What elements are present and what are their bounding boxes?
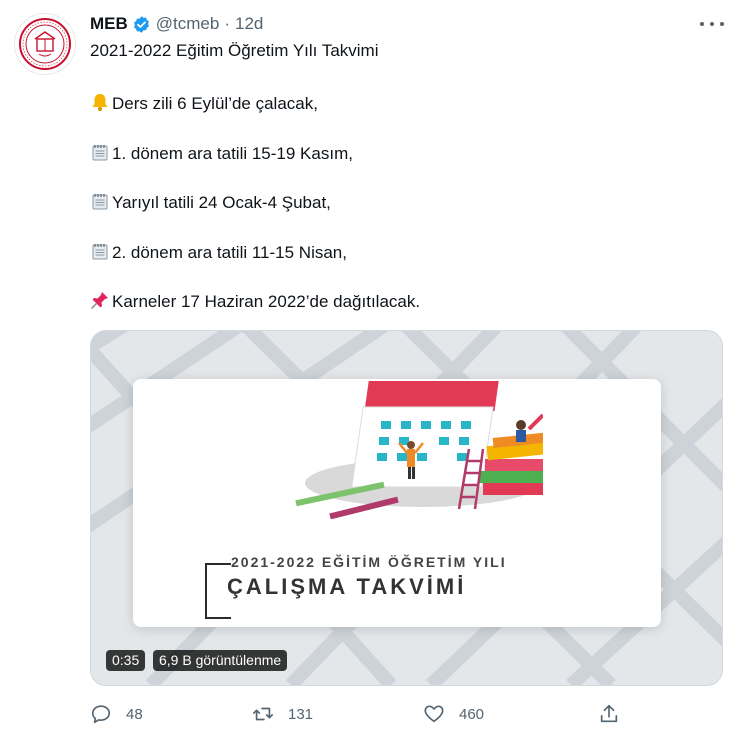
video-card-subtitle: 2021-2022 EĞİTİM ÖĞRETİM YILI [231, 554, 507, 570]
avatar[interactable] [14, 13, 76, 75]
tweet-line: Ders zili 6 Eylül’de çalacak, [90, 92, 318, 115]
card-decoration [205, 563, 231, 565]
video-views: 6,9 B görüntülenme [153, 650, 288, 671]
video-player[interactable]: 2021-2022 EĞİTİM ÖĞRETİM YILI ÇALIŞMA TA… [90, 330, 723, 686]
video-duration: 0:35 [106, 650, 146, 671]
verified-badge-icon [133, 15, 149, 33]
tweet-actions: 48 131 460 [90, 700, 730, 728]
tweet-line-text: Karneler 17 Haziran 2022’de dağıtılacak. [112, 292, 421, 311]
notepad-icon [92, 194, 108, 210]
pushpin-icon [91, 292, 108, 309]
share-icon [600, 704, 618, 723]
tweet-line: 2. dönem ara tatili 11-15 Nisan, [90, 241, 347, 264]
tweet-line: Karneler 17 Haziran 2022’de dağıtılacak. [90, 290, 420, 313]
tweet-time[interactable]: 12d [235, 14, 263, 34]
notepad-icon [92, 244, 108, 260]
reply-button[interactable]: 48 [90, 700, 143, 728]
author-handle[interactable]: @tcmeb [156, 14, 220, 34]
separator-dot: · [224, 14, 231, 33]
calendar-illustration [295, 381, 543, 519]
more-options-icon[interactable] [700, 14, 724, 34]
like-count: 460 [459, 705, 485, 723]
card-decoration [205, 617, 231, 619]
tweet-line-text: 1. dönem ara tatili 15-19 Kasım, [112, 144, 353, 163]
notepad-icon [92, 145, 108, 161]
video-title-card: 2021-2022 EĞİTİM ÖĞRETİM YILI ÇALIŞMA TA… [133, 379, 661, 627]
reply-icon [91, 705, 111, 724]
bell-icon [92, 94, 108, 111]
tweet-line-text: Yarıyıl tatili 24 Ocak-4 Şubat, [112, 193, 331, 212]
video-card-title: ÇALIŞMA TAKVİMİ [227, 574, 467, 599]
retweet-icon [253, 707, 273, 721]
tweet-header: MEB @tcmeb · 12d [90, 13, 263, 35]
card-decoration [205, 563, 207, 619]
tweet: MEB @tcmeb · 12d 2021-2022 Eğitim Öğreti… [0, 0, 748, 741]
tweet-line: Yarıyıl tatili 24 Ocak-4 Şubat, [90, 191, 331, 214]
share-button[interactable] [598, 700, 620, 728]
like-button[interactable]: 460 [423, 700, 484, 728]
meb-logo-icon [19, 18, 71, 70]
tweet-title: 2021-2022 Eğitim Öğretim Yılı Takvimi [90, 41, 379, 60]
tweet-line: 1. dönem ara tatili 15-19 Kasım, [90, 142, 353, 165]
author-name[interactable]: MEB [90, 14, 128, 34]
reply-count: 48 [126, 705, 143, 723]
heart-icon [424, 705, 444, 723]
retweet-count: 131 [288, 705, 314, 723]
retweet-button[interactable]: 131 [252, 700, 313, 728]
tweet-line-text: Ders zili 6 Eylül’de çalacak, [112, 94, 318, 113]
tweet-line-text: 2. dönem ara tatili 11-15 Nisan, [112, 243, 347, 262]
